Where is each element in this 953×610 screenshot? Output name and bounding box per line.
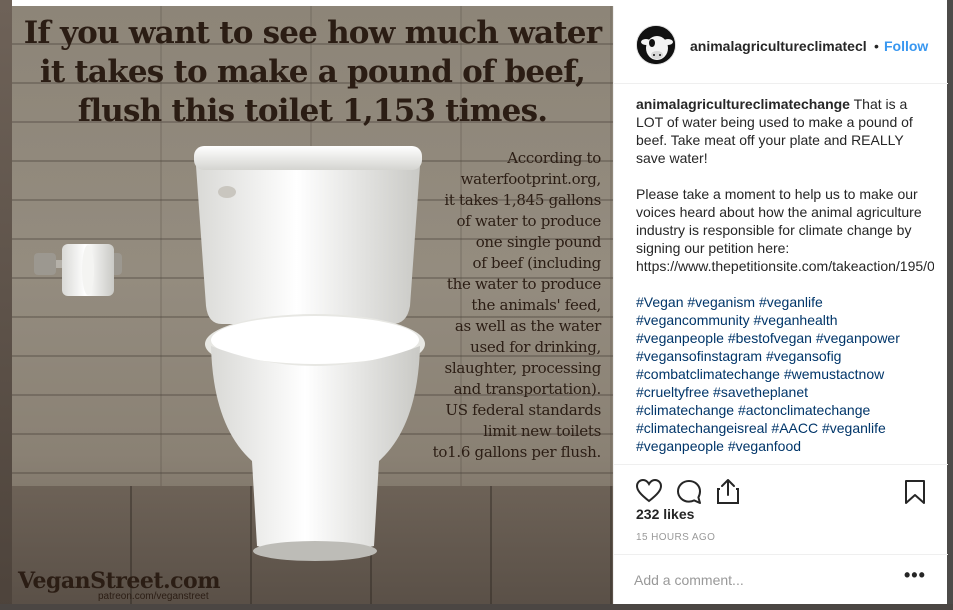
cow-avatar-icon [637,26,675,64]
post-timestamp[interactable]: 15 HOURS AGO [636,532,715,543]
comment-bar: ••• [614,554,948,604]
caption-petition-text: Please take a moment to help us to make … [636,186,934,274]
likes-count[interactable]: 232 likes [636,506,694,522]
image-body-text: According to waterfootprint.org, it take… [432,149,602,461]
comment-input[interactable] [634,569,884,591]
header-username[interactable]: animalagricultureclimatecl [690,38,867,54]
caption-hashtags[interactable]: #Vegan #veganism #veganlife #vegancommun… [636,293,934,455]
avatar[interactable] [636,25,676,65]
share-icon[interactable] [716,477,740,510]
caption-username[interactable]: animalagricultureclimatechange [636,96,850,112]
heart-icon[interactable] [635,478,663,508]
follow-button[interactable]: Follow [884,38,944,54]
header-separator-dot: • [874,38,879,54]
backdrop-left [0,0,12,610]
bookmark-icon[interactable] [904,479,926,510]
more-options-button[interactable]: ••• [904,565,926,586]
image-brand-sub: patreon.com/veganstreet [98,591,209,602]
backdrop-bottom [0,604,953,610]
image-headline: If you want to see how much water it tak… [23,15,602,129]
caption-area: animalagricultureclimatechange That is a… [636,95,934,466]
caption-paragraph: animalagricultureclimatechange That is a… [636,95,934,167]
post-image[interactable]: If you want to see how much water it tak… [12,6,613,604]
post-side-panel: animalagricultureclimatecl • Follow anim… [613,6,948,604]
post-header: animalagricultureclimatecl • Follow [614,6,948,84]
